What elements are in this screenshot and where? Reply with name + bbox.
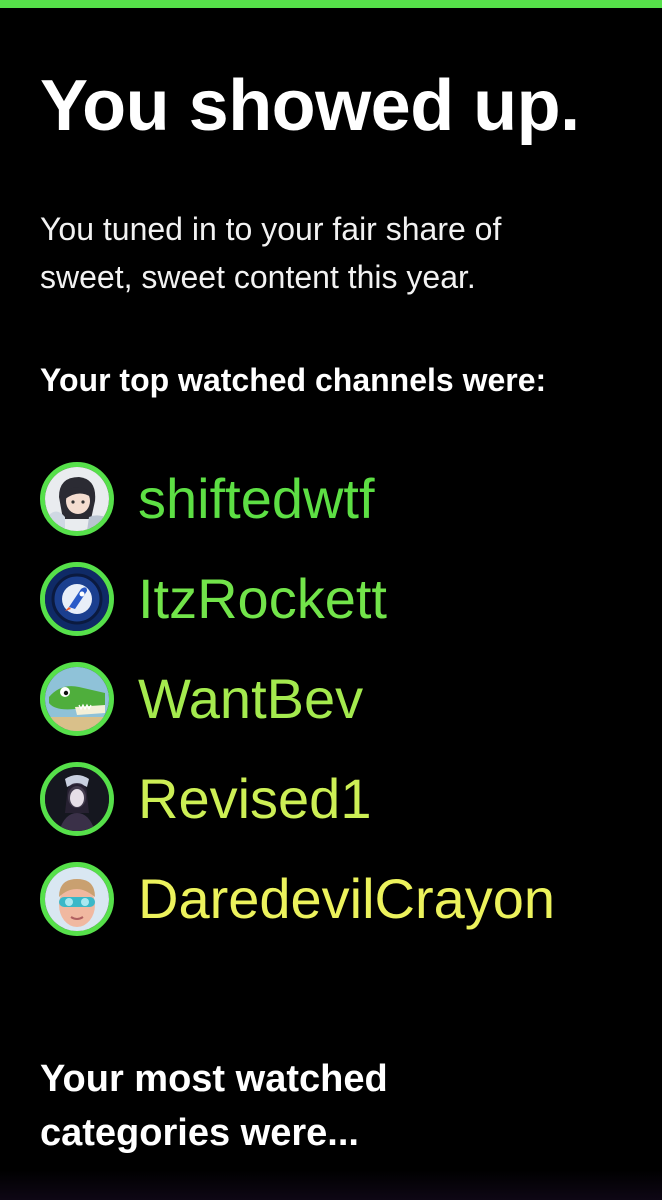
top-channels-heading: Your top watched channels were:	[40, 362, 547, 398]
page-title: You showed up.	[40, 66, 580, 146]
rocket-avatar-icon	[40, 562, 114, 636]
channel-name: Revised1	[138, 767, 372, 830]
channel-item[interactable]: WantBev	[40, 658, 555, 740]
bottom-gradient	[0, 1170, 662, 1200]
anime-girl-avatar-icon	[40, 462, 114, 536]
recap-description: You tuned in to your fair share of sweet…	[40, 211, 502, 295]
channel-item[interactable]: shiftedwtf	[40, 458, 555, 540]
channel-name: shiftedwtf	[138, 467, 375, 530]
dark-character-avatar-icon	[40, 762, 114, 836]
channel-name: ItzRockett	[138, 567, 387, 630]
channel-name: DaredevilCrayon	[138, 867, 556, 930]
channel-item[interactable]: ItzRockett	[40, 558, 555, 640]
channel-name: WantBev	[138, 667, 364, 730]
top-accent-bar	[0, 0, 662, 8]
top-channels-list: shiftedwtf ItzRockett WantBev Revised1 D…	[40, 458, 555, 958]
channel-item[interactable]: DaredevilCrayon	[40, 858, 555, 940]
channel-item[interactable]: Revised1	[40, 758, 555, 840]
person-goggles-avatar-icon	[40, 862, 114, 936]
crocodile-avatar-icon	[40, 662, 114, 736]
top-categories-heading: Your most watched categories were...	[40, 1058, 388, 1154]
